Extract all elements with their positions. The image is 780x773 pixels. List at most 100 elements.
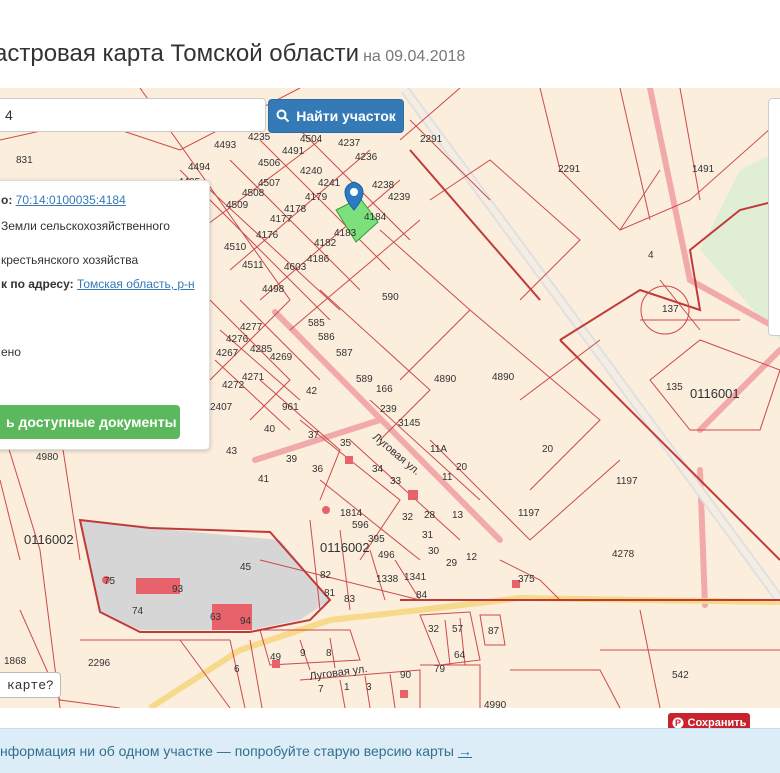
notice-text: нформация ни об одном участке — попробуй…	[0, 743, 454, 759]
parcel-number-label: 4177	[270, 214, 293, 225]
parcel-number-label: 1197	[518, 508, 540, 519]
available-documents-button[interactable]: ь доступные документы	[0, 405, 180, 439]
parcel-number-label: 4498	[262, 284, 285, 295]
parcel-number-label: 4277	[240, 322, 263, 333]
parcel-number-label: 4267	[216, 348, 239, 359]
parcel-number-label: 0116002	[320, 540, 370, 555]
parcel-number-label: 4236	[355, 152, 378, 163]
parcel-number-label: 4890	[492, 372, 515, 383]
parcel-number-label: 239	[380, 404, 397, 415]
parcel-number-label: 29	[446, 558, 458, 569]
parcel-number-label: 11	[442, 472, 453, 483]
parcel-number-label: 4184	[364, 212, 387, 223]
parcel-number-label: 1814	[340, 508, 363, 519]
search-icon	[276, 109, 290, 123]
parcel-number-label: 57	[452, 624, 464, 635]
parcel-number-label: 40	[264, 424, 276, 435]
parcel-number-label: 12	[466, 552, 478, 563]
parcel-number-label: 93	[172, 584, 184, 595]
parcel-number-label: 137	[662, 304, 679, 315]
parcel-number-label: 4494	[188, 162, 211, 173]
parcel-number-label: 4504	[300, 134, 323, 145]
info-status: ено	[1, 345, 21, 359]
parcel-number-label: 0116001	[690, 386, 740, 401]
parcel-number-label: 589	[356, 374, 373, 385]
parcel-number-label: 166	[376, 384, 393, 395]
parcel-number-label: 83	[344, 594, 356, 605]
parcel-number-label: 7	[318, 684, 324, 695]
parcel-number-label: 4491	[282, 146, 305, 157]
parcel-number-label: 3145	[398, 418, 421, 429]
parcel-number-label: 49	[270, 652, 282, 663]
parcel-number-label: 6	[234, 664, 240, 675]
old-map-link[interactable]: →	[458, 743, 472, 759]
parcel-number-label: 585	[308, 318, 325, 329]
info-label: к по адресу:	[1, 277, 74, 291]
parcel-number-label: 4182	[314, 238, 337, 249]
address-link[interactable]: Томская область, р-н	[77, 277, 195, 291]
parcel-number-label: 75	[104, 576, 116, 587]
parcel-number-label: 4237	[338, 138, 361, 149]
parcel-number-label: 90	[400, 670, 412, 681]
parcel-number-label: 4510	[224, 242, 247, 253]
parcel-number-label: 2291	[558, 164, 581, 175]
parcel-number-label: 36	[312, 464, 324, 475]
find-parcel-label: Найти участок	[296, 108, 396, 124]
parcel-number-label: 4183	[334, 228, 357, 239]
info-usage: крестьянского хозяйства	[1, 253, 139, 267]
parcel-number-label: 3	[366, 682, 372, 693]
parcel-number-label: 1	[344, 682, 350, 693]
search-input[interactable]	[0, 98, 266, 132]
map-layers-panel[interactable]	[768, 98, 780, 336]
parcel-number-label: 4176	[256, 230, 279, 241]
parcel-number-label: 375	[518, 574, 535, 585]
parcel-number-label: 586	[318, 332, 335, 343]
parcel-number-label: 4238	[372, 180, 395, 191]
parcel-number-label: 4179	[305, 192, 328, 203]
parcel-number-label: 596	[352, 520, 369, 531]
parcel-number-label: 1197	[616, 476, 638, 487]
parcel-number-label: 30	[428, 546, 440, 557]
parcel-number-label: 13	[452, 510, 464, 521]
map-help-label: карте?	[7, 677, 54, 693]
parcel-number-label: 2407	[210, 402, 233, 413]
parcel-number-label: 2296	[88, 658, 111, 669]
parcel-number-label: 1341	[404, 572, 427, 583]
parcel-number-label: 8	[326, 648, 332, 659]
notice-bar: нформация ни об одном участке — попробуй…	[0, 728, 780, 773]
parcel-number-label: 4272	[222, 380, 245, 391]
parcel-number-label: 1491	[692, 164, 715, 175]
parcel-number-label: 961	[282, 402, 299, 413]
parcel-number-label: 4493	[214, 140, 237, 151]
parcel-number-label: 4890	[434, 374, 457, 385]
find-parcel-button[interactable]: Найти участок	[268, 99, 404, 133]
info-category: Земли сельскохозяйственного	[1, 219, 170, 233]
parcel-number-label: 28	[424, 510, 436, 521]
parcel-number-label: 74	[132, 606, 144, 617]
parcel-number-label: 9	[300, 648, 306, 659]
parcel-number-label: 41	[258, 474, 270, 485]
title-text: астровая карта Томской области	[0, 40, 360, 67]
parcel-number-label: 42	[306, 386, 318, 397]
cadastral-number-link[interactable]: 70:14:0100035:4184	[16, 193, 126, 207]
parcel-number-label: 590	[382, 292, 399, 303]
building	[408, 490, 418, 500]
building	[322, 506, 330, 514]
parcel-number-label: 35	[340, 438, 352, 449]
svg-text:P: P	[675, 718, 681, 728]
parcel-number-label: 4509	[226, 200, 249, 211]
parcel-number-label: 94	[240, 616, 252, 627]
parcel-number-label: 45	[240, 562, 252, 573]
parcel-number-label: 4278	[612, 549, 635, 560]
parcel-number-label: 1868	[4, 656, 27, 667]
parcel-number-label: 63	[210, 612, 222, 623]
parcel-number-label: 4	[648, 250, 654, 261]
parcel-number-label: 135	[666, 382, 683, 393]
parcel-number-label: 4511	[242, 260, 264, 271]
parcel-number-label: 4508	[242, 188, 265, 199]
parcel-number-label: 81	[324, 588, 336, 599]
parcel-number-label: 4990	[484, 700, 507, 708]
map-help-button[interactable]: карте?	[0, 672, 61, 698]
parcel-number-label: 39	[286, 454, 298, 465]
parcel-number-label: 4186	[307, 254, 330, 265]
